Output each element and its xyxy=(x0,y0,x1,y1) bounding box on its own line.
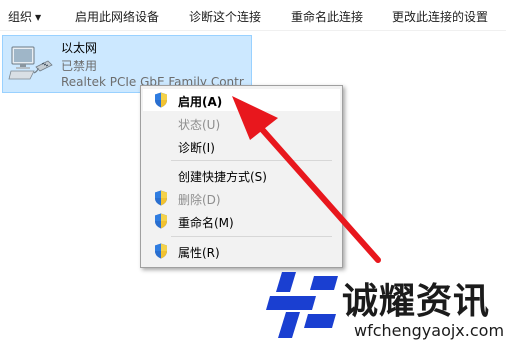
watermark-url: wfchengyaojx.com xyxy=(354,321,505,340)
menu-separator xyxy=(171,160,332,161)
menu-separator xyxy=(171,236,332,237)
brand-logo-icon xyxy=(266,272,338,338)
caret-down-icon: ▼ xyxy=(35,13,42,22)
menu-item-delete[interactable]: 删除(D) xyxy=(143,187,340,209)
enable-device-button[interactable]: 启用此网络设备 xyxy=(75,8,159,25)
organize-menu-button[interactable]: 组织 ▼ xyxy=(8,8,41,25)
diagnose-button[interactable]: 诊断这个连接 xyxy=(189,8,261,25)
uac-shield-icon xyxy=(155,190,167,206)
menu-item-label: 删除(D) xyxy=(178,193,221,207)
menu-item-label: 状态(U) xyxy=(178,118,221,132)
watermark-title: 诚耀资讯 xyxy=(342,281,491,322)
rename-button[interactable]: 重命名此连接 xyxy=(291,8,363,25)
uac-shield-icon xyxy=(155,92,167,108)
uac-shield-icon xyxy=(155,243,167,259)
context-menu: 启用(A) 状态(U) 诊断(I) 创建快捷方式(S) 删除(D) 重命名(M) xyxy=(140,85,343,268)
menu-item-create-shortcut[interactable]: 创建快捷方式(S) xyxy=(143,164,340,186)
adapter-name: 以太网 xyxy=(61,41,98,55)
command-bar: 组织 ▼ 启用此网络设备 诊断这个连接 重命名此连接 更改此连接的设置 xyxy=(0,0,506,31)
menu-item-diagnose[interactable]: 诊断(I) xyxy=(143,135,340,157)
network-adapter-icon xyxy=(8,46,53,80)
menu-item-label: 启用(A) xyxy=(178,95,223,109)
menu-item-label: 创建快捷方式(S) xyxy=(178,170,267,184)
change-settings-button[interactable]: 更改此连接的设置 xyxy=(392,8,488,25)
menu-item-label: 诊断(I) xyxy=(178,141,215,155)
menu-item-label: 重命名(M) xyxy=(178,216,234,230)
menu-item-enable[interactable]: 启用(A) xyxy=(143,89,340,111)
menu-item-rename[interactable]: 重命名(M) xyxy=(143,210,340,232)
uac-shield-icon xyxy=(155,213,167,229)
menu-item-properties[interactable]: 属性(R) xyxy=(143,240,340,262)
adapter-status: 已禁用 xyxy=(61,59,98,73)
menu-item-label: 属性(R) xyxy=(178,246,220,260)
organize-label: 组织 xyxy=(8,10,33,24)
menu-item-status[interactable]: 状态(U) xyxy=(143,112,340,134)
